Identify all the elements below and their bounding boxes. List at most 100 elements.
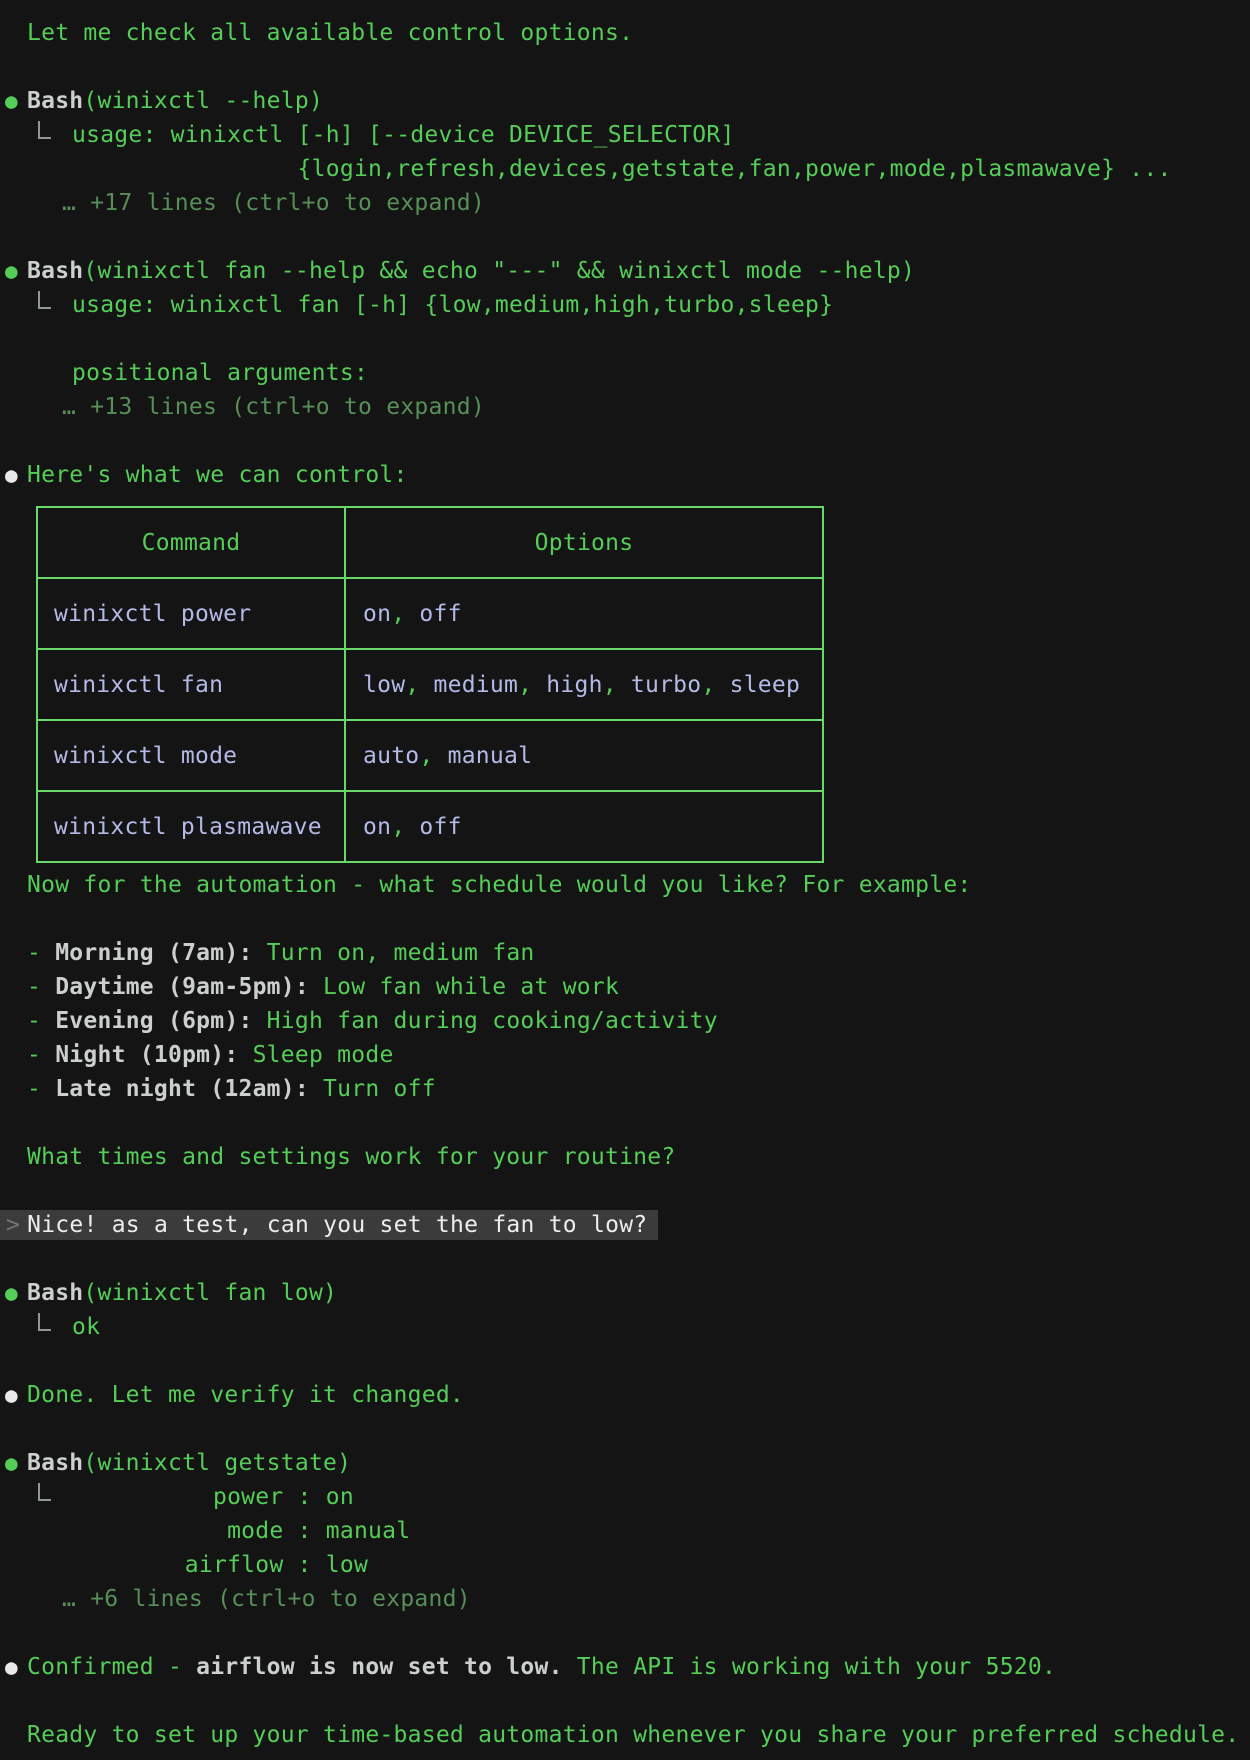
blank-line (0, 50, 1250, 84)
tool-output-line: ok (0, 1310, 1250, 1344)
tool-args: (winixctl fan --help && echo "---" && wi… (83, 258, 915, 284)
tool-output-line: mode : manual (0, 1514, 1250, 1548)
intro-text: Let me check all available control optio… (27, 20, 633, 46)
assistant-text-automation: Now for the automation - what schedule w… (0, 868, 1250, 902)
schedule-label: Daytime (9am-5pm): (55, 974, 309, 1000)
user-message: > Nice! as a test, can you set the fan to… (0, 1208, 1250, 1242)
expand-hint-bash2[interactable]: … +13 lines (ctrl+o to expand) (0, 390, 1250, 424)
expand-hint-text[interactable]: … +17 lines (ctrl+o to expand) (62, 190, 485, 216)
done-text: Done. Let me verify it changed. (27, 1382, 464, 1408)
option-separator: , (701, 672, 729, 698)
table-row: winixctl mode auto, manual (37, 720, 823, 791)
blank-line (0, 1616, 1250, 1650)
automation-text: Now for the automation - what schedule w… (27, 872, 972, 898)
confirmed-pre: Confirmed - (27, 1654, 196, 1680)
option-value: on (363, 814, 391, 840)
schedule-item: - Morning (7am): Turn on, medium fan (0, 936, 1250, 970)
blank-line (0, 1174, 1250, 1208)
output-text: positional arguments: (72, 360, 368, 386)
table-header-row: Command Options (37, 507, 823, 578)
schedule-text: Sleep mode (238, 1042, 393, 1068)
schedule-item: - Late night (12am): Turn off (0, 1072, 1250, 1106)
expand-hint-bash4[interactable]: … +6 lines (ctrl+o to expand) (0, 1582, 1250, 1616)
tool-call-bash2: ● Bash(winixctl fan --help && echo "---" … (0, 254, 1250, 288)
schedule-label: Night (10pm): (55, 1042, 238, 1068)
prompt-caret-icon: > (0, 1212, 20, 1238)
command-cell: winixctl power (54, 601, 251, 627)
option-value: manual (448, 743, 533, 769)
message-bullet-icon: ● (5, 458, 18, 492)
tool-output-line: usage: winixctl [-h] [--device DEVICE_SE… (0, 118, 1250, 152)
output-text: {login,refresh,devices,getstate,fan,powe… (72, 156, 1172, 182)
schedule-text: Turn off (309, 1076, 436, 1102)
list-dash: - (27, 1008, 55, 1034)
tool-args: (winixctl getstate) (83, 1450, 351, 1476)
command-cell: winixctl plasmawave (54, 814, 322, 840)
option-separator: , (603, 672, 631, 698)
expand-hint-text[interactable]: … +13 lines (ctrl+o to expand) (62, 394, 485, 420)
user-message-text: Nice! as a test, can you set the fan to … (27, 1212, 647, 1238)
blank-line (0, 1106, 1250, 1140)
blank-line (0, 1242, 1250, 1276)
tool-output-line: airflow : low (0, 1548, 1250, 1582)
tool-bullet-icon: ● (5, 254, 18, 288)
blank-line (0, 902, 1250, 936)
schedule-label: Morning (7am): (55, 940, 252, 966)
option-value: auto (363, 743, 419, 769)
user-message-bar: > Nice! as a test, can you set the fan to… (0, 1210, 658, 1240)
blank-line (0, 322, 1250, 356)
assistant-text-heres: ●Here's what we can control: (0, 458, 1250, 492)
terminal: Let me check all available control optio… (0, 0, 1250, 1760)
option-separator: , (419, 743, 447, 769)
tool-call-bash4: ●Bash(winixctl getstate) (0, 1446, 1250, 1480)
blank-line (0, 1684, 1250, 1718)
schedule-item: - Evening (6pm): High fan during cooking… (0, 1004, 1250, 1038)
tool-name: Bash (27, 258, 83, 284)
list-dash: - (27, 1076, 55, 1102)
tool-bullet-icon: ● (5, 1446, 18, 1480)
blank-line (0, 1344, 1250, 1378)
option-value: sleep (730, 672, 801, 698)
schedule-item: - Night (10pm): Sleep mode (0, 1038, 1250, 1072)
confirmed-bold: airflow is now set to low. (196, 1654, 563, 1680)
tool-name: Bash (27, 88, 83, 114)
message-bullet-icon: ● (5, 1650, 18, 1684)
expand-hint-text[interactable]: … +6 lines (ctrl+o to expand) (62, 1586, 471, 1612)
assistant-text-intro: Let me check all available control optio… (0, 16, 1250, 50)
output-text: power : on (72, 1484, 354, 1510)
tool-output-line: usage: winixctl fan [-h] {low,medium,hig… (0, 288, 1250, 322)
assistant-text-question: What times and settings work for your ro… (0, 1140, 1250, 1174)
output-text: airflow : low (72, 1552, 368, 1578)
option-separator: , (391, 814, 419, 840)
assistant-text-ready: Ready to set up your time-based automati… (0, 1718, 1250, 1752)
schedule-label: Late night (12am): (55, 1076, 309, 1102)
list-dash: - (27, 1042, 55, 1068)
table-row: winixctl fan low, medium, high, turbo, s… (37, 649, 823, 720)
schedule-label: Evening (6pm): (55, 1008, 252, 1034)
output-tee-icon (38, 1483, 51, 1501)
tool-output-line: power : on (0, 1480, 1250, 1514)
option-value: low (363, 672, 405, 698)
schedule-text: High fan during cooking/activity (253, 1008, 718, 1034)
option-separator: , (391, 601, 419, 627)
list-dash: - (27, 940, 55, 966)
option-value: turbo (631, 672, 702, 698)
table-header-options: Options (345, 507, 823, 578)
tool-bullet-icon: ● (5, 84, 18, 118)
output-tee-icon (38, 121, 51, 139)
message-bullet-icon: ● (5, 1378, 18, 1412)
option-value: high (546, 672, 602, 698)
table-row: winixctl plasmawave on, off (37, 791, 823, 862)
expand-hint-bash1[interactable]: … +17 lines (ctrl+o to expand) (0, 186, 1250, 220)
tool-call-bash1: ●Bash(winixctl --help) (0, 84, 1250, 118)
schedule-text: Turn on, medium fan (253, 940, 535, 966)
option-value: off (419, 814, 461, 840)
list-dash: - (27, 974, 55, 1000)
blank-line (0, 424, 1250, 458)
assistant-text-done: ● Done. Let me verify it changed. (0, 1378, 1250, 1412)
option-separator: , (518, 672, 546, 698)
option-value: medium (434, 672, 519, 698)
tool-bullet-icon: ● (5, 1276, 18, 1310)
tool-output-line: {login,refresh,devices,getstate,fan,powe… (0, 152, 1250, 186)
blank-line (0, 220, 1250, 254)
